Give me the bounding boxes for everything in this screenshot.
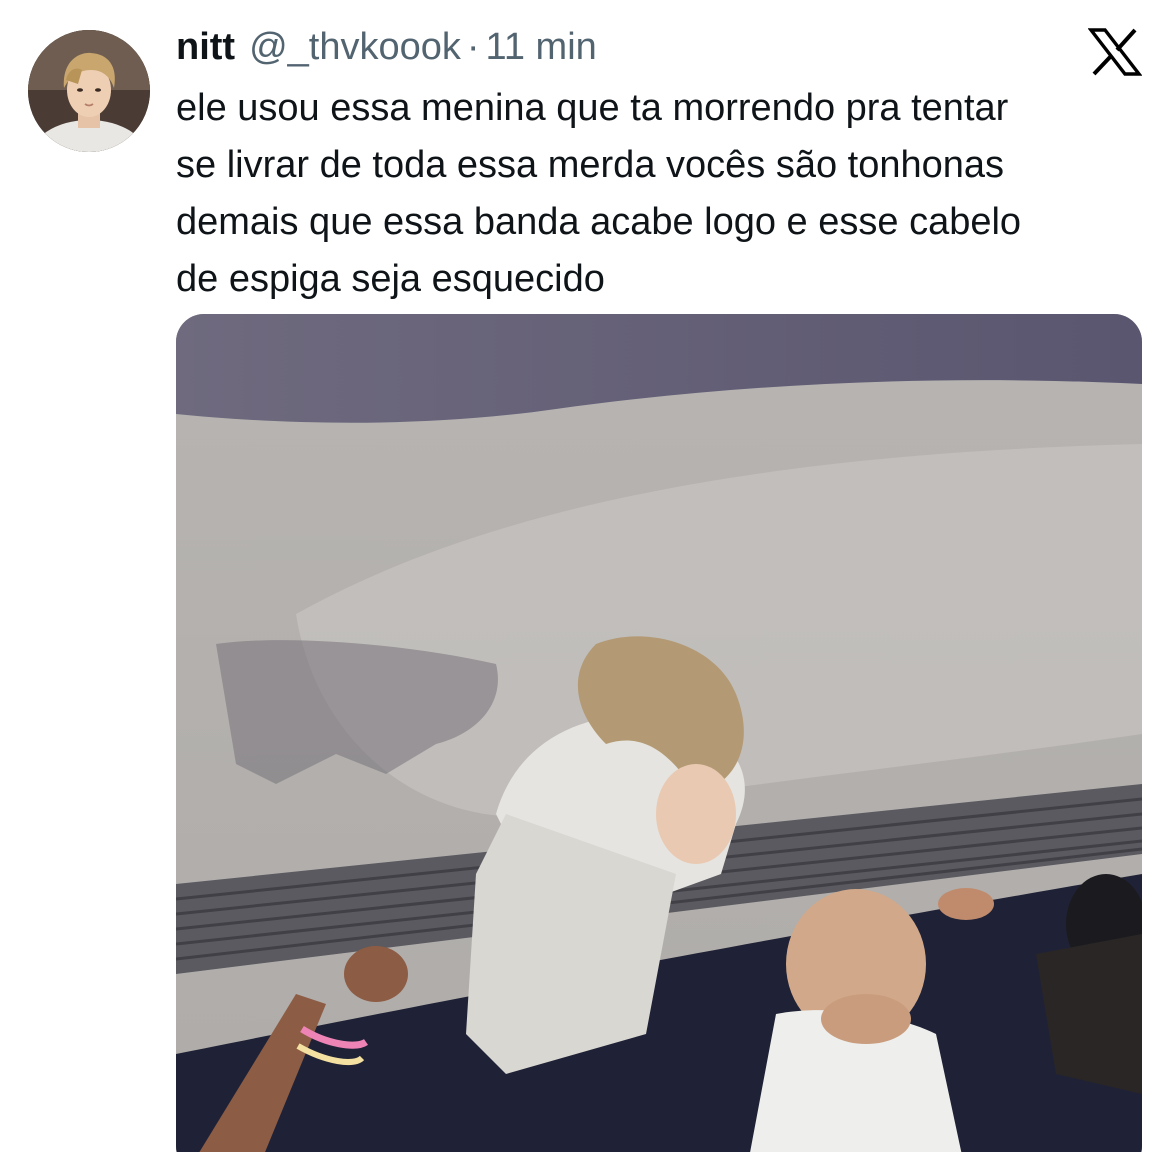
- photo-image: [176, 314, 1142, 1152]
- user-handle[interactable]: @_thvkoook: [249, 22, 461, 72]
- display-name[interactable]: nitt: [176, 22, 235, 72]
- x-logo-icon[interactable]: [1088, 28, 1142, 76]
- tweet-text: ele usou essa menina que ta morrendo pra…: [176, 87, 1022, 300]
- avatar-image: [28, 30, 150, 152]
- tweet-media-photo[interactable]: [176, 314, 1142, 1152]
- timestamp[interactable]: 11 min: [486, 22, 597, 72]
- avatar[interactable]: [28, 30, 150, 152]
- tweet-card[interactable]: nitt @_thvkoook · 11 min ele usou essa m…: [0, 0, 1170, 1152]
- tweet-header: nitt @_thvkoook · 11 min: [176, 22, 597, 72]
- separator-dot: ·: [466, 26, 480, 68]
